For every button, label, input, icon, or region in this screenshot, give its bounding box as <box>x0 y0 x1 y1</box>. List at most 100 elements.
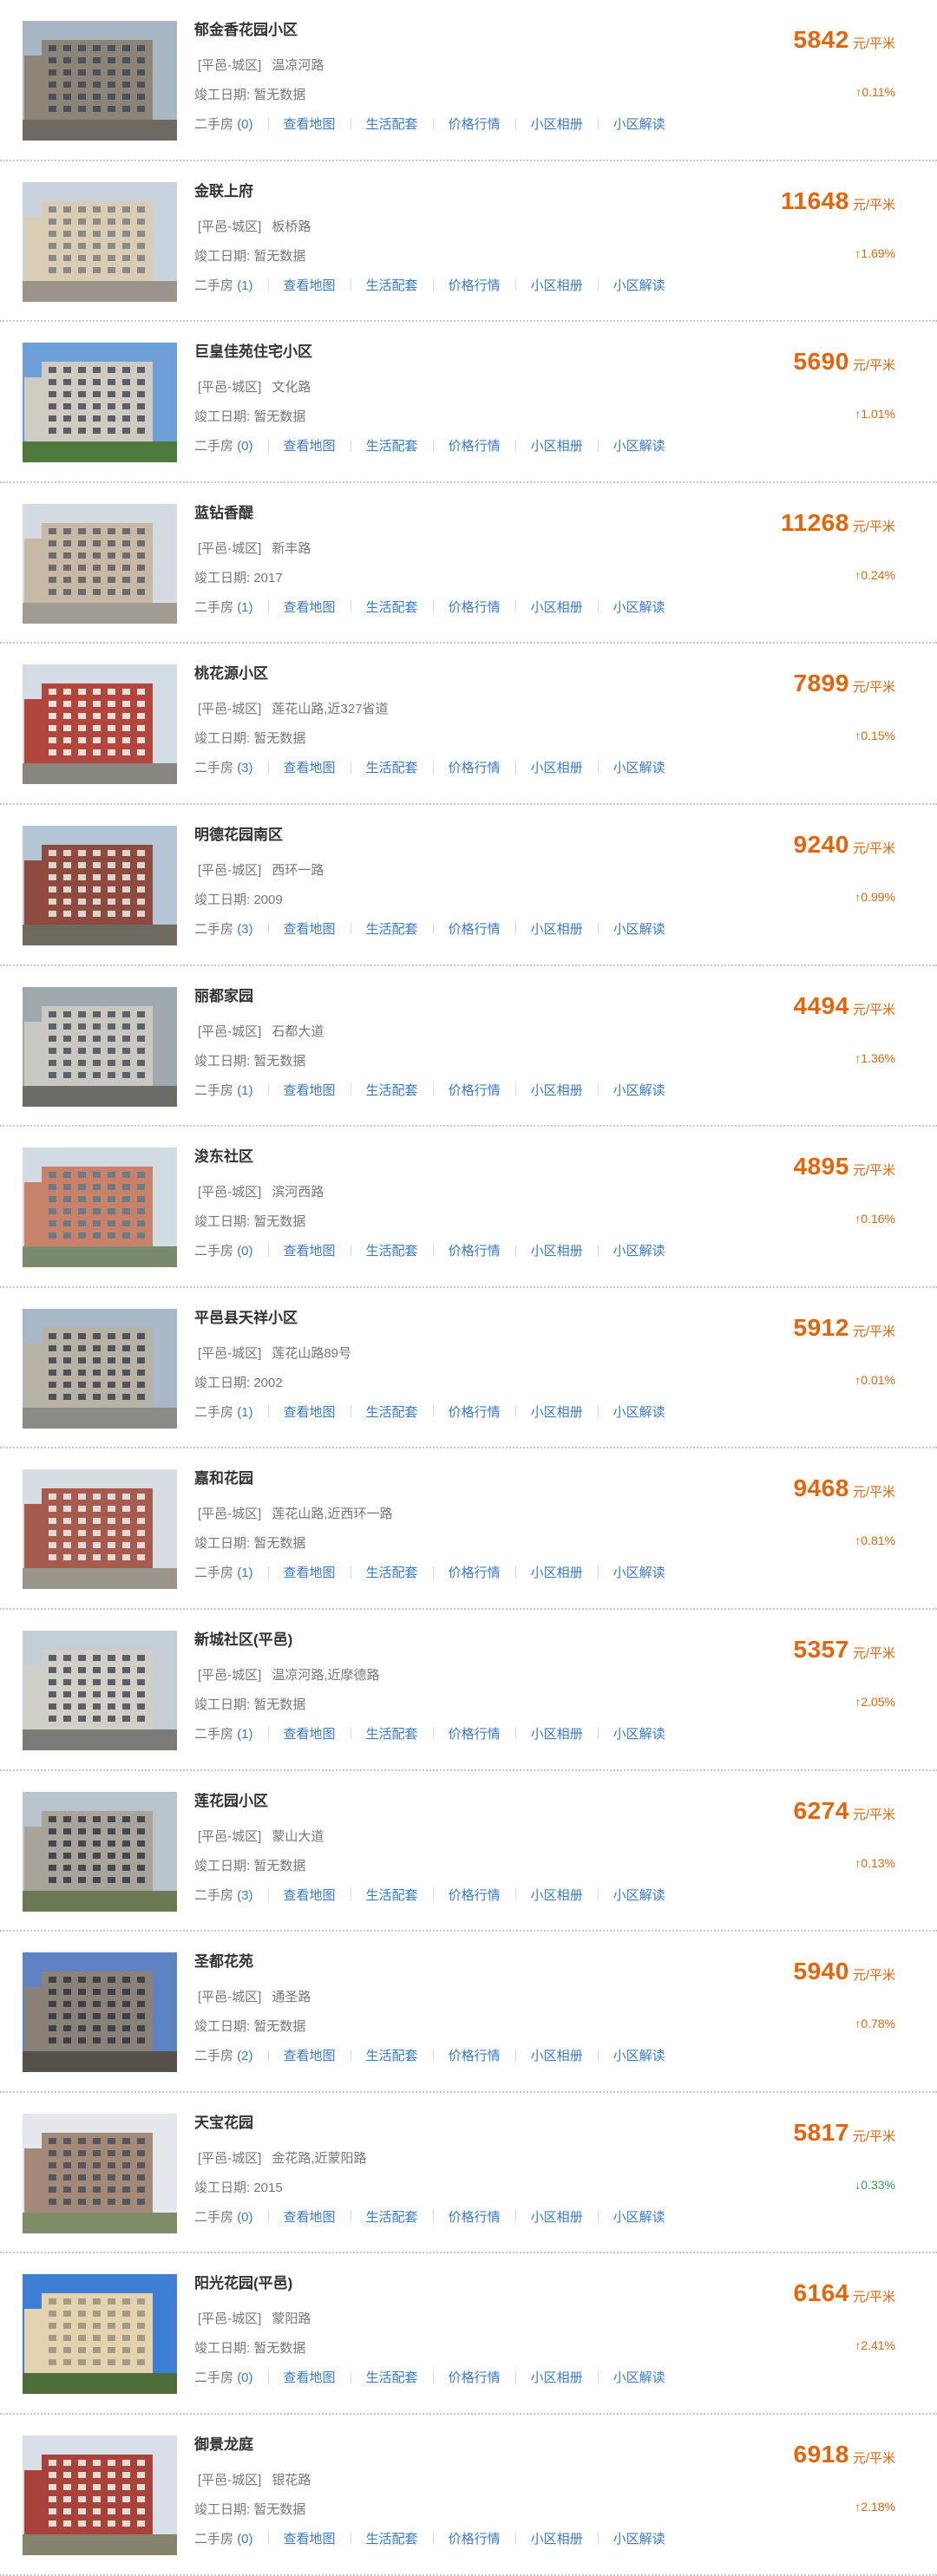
community-photo[interactable] <box>23 503 177 624</box>
price-trend-link[interactable]: 价格行情 <box>449 1081 501 1099</box>
view-map-link[interactable]: 查看地图 <box>284 2046 336 2064</box>
view-map-link[interactable]: 查看地图 <box>284 1081 336 1099</box>
community-name[interactable]: 丽都家园 <box>194 984 253 1005</box>
price-trend-link[interactable]: 价格行情 <box>449 919 501 938</box>
community-name[interactable]: 御景龙庭 <box>194 2432 253 2454</box>
secondhand-link[interactable]: 二手房 (3) <box>194 1886 253 1904</box>
community-photo[interactable] <box>23 1630 177 1750</box>
album-link[interactable]: 小区相册 <box>531 2529 583 2547</box>
review-link[interactable]: 小区解读 <box>613 2046 665 2064</box>
secondhand-link[interactable]: 二手房 (1) <box>194 1563 253 1581</box>
price-trend-link[interactable]: 价格行情 <box>449 1886 501 1904</box>
price-trend-link[interactable]: 价格行情 <box>449 2207 501 2226</box>
life-facilities-link[interactable]: 生活配套 <box>366 758 418 776</box>
secondhand-count[interactable]: (1) <box>237 1566 252 1580</box>
community-photo[interactable] <box>23 1147 177 1268</box>
community-photo[interactable] <box>23 181 177 302</box>
secondhand-count[interactable]: (0) <box>237 2532 252 2547</box>
price-trend-link[interactable]: 价格行情 <box>449 1563 501 1581</box>
review-link[interactable]: 小区解读 <box>613 276 665 294</box>
review-link[interactable]: 小区解读 <box>613 2207 665 2226</box>
community-name[interactable]: 巨皇佳苑住宅小区 <box>194 339 312 361</box>
secondhand-count[interactable]: (1) <box>237 1727 252 1742</box>
view-map-link[interactable]: 查看地图 <box>284 114 336 133</box>
secondhand-count[interactable]: (1) <box>237 600 252 615</box>
life-facilities-link[interactable]: 生活配套 <box>366 1081 418 1099</box>
review-link[interactable]: 小区解读 <box>613 1402 665 1421</box>
view-map-link[interactable]: 查看地图 <box>284 919 336 938</box>
community-name[interactable]: 嘉和花园 <box>194 1466 253 1487</box>
review-link[interactable]: 小区解读 <box>613 2368 665 2386</box>
secondhand-count[interactable]: (0) <box>237 2210 252 2225</box>
secondhand-link[interactable]: 二手房 (0) <box>194 2529 253 2547</box>
community-name[interactable]: 阳光花园(平邑) <box>194 2271 292 2292</box>
album-link[interactable]: 小区相册 <box>531 276 583 294</box>
secondhand-link[interactable]: 二手房 (3) <box>194 919 253 938</box>
secondhand-link[interactable]: 二手房 (1) <box>194 598 253 616</box>
community-name[interactable]: 桃花源小区 <box>194 661 268 683</box>
view-map-link[interactable]: 查看地图 <box>284 2529 336 2547</box>
album-link[interactable]: 小区相册 <box>531 2046 583 2064</box>
view-map-link[interactable]: 查看地图 <box>284 758 336 776</box>
community-photo[interactable] <box>23 21 177 141</box>
secondhand-count[interactable]: (0) <box>237 2370 252 2385</box>
community-name[interactable]: 金联上府 <box>194 179 253 200</box>
secondhand-link[interactable]: 二手房 (3) <box>194 758 253 776</box>
life-facilities-link[interactable]: 生活配套 <box>366 1886 418 1904</box>
price-trend-link[interactable]: 价格行情 <box>449 1241 501 1259</box>
community-photo[interactable] <box>23 825 177 945</box>
album-link[interactable]: 小区相册 <box>531 1081 583 1099</box>
album-link[interactable]: 小区相册 <box>531 2368 583 2386</box>
community-photo[interactable] <box>23 343 177 463</box>
album-link[interactable]: 小区相册 <box>531 2207 583 2226</box>
community-photo[interactable] <box>23 664 177 785</box>
secondhand-count[interactable]: (0) <box>237 1244 252 1259</box>
secondhand-link[interactable]: 二手房 (2) <box>194 2046 253 2064</box>
price-trend-link[interactable]: 价格行情 <box>449 598 501 616</box>
review-link[interactable]: 小区解读 <box>613 436 665 454</box>
album-link[interactable]: 小区相册 <box>531 758 583 776</box>
community-name[interactable]: 蓝钻香醍 <box>194 500 253 522</box>
community-photo[interactable] <box>23 1791 177 1912</box>
community-name[interactable]: 莲花园小区 <box>194 1788 268 1810</box>
view-map-link[interactable]: 查看地图 <box>284 1563 336 1581</box>
secondhand-count[interactable]: (1) <box>237 1405 252 1420</box>
review-link[interactable]: 小区解读 <box>613 1724 665 1742</box>
view-map-link[interactable]: 查看地图 <box>284 598 336 616</box>
life-facilities-link[interactable]: 生活配套 <box>366 276 418 294</box>
review-link[interactable]: 小区解读 <box>613 598 665 616</box>
life-facilities-link[interactable]: 生活配套 <box>366 1241 418 1259</box>
price-trend-link[interactable]: 价格行情 <box>449 1724 501 1742</box>
secondhand-count[interactable]: (1) <box>237 278 252 293</box>
secondhand-link[interactable]: 二手房 (0) <box>194 436 253 454</box>
community-name[interactable]: 浚东社区 <box>194 1144 253 1166</box>
price-trend-link[interactable]: 价格行情 <box>449 2046 501 2064</box>
view-map-link[interactable]: 查看地图 <box>284 276 336 294</box>
secondhand-count[interactable]: (1) <box>237 1083 252 1098</box>
view-map-link[interactable]: 查看地图 <box>284 1886 336 1904</box>
community-photo[interactable] <box>23 1308 177 1429</box>
secondhand-count[interactable]: (3) <box>237 1888 252 1903</box>
view-map-link[interactable]: 查看地图 <box>284 436 336 454</box>
review-link[interactable]: 小区解读 <box>613 919 665 938</box>
view-map-link[interactable]: 查看地图 <box>284 2207 336 2226</box>
review-link[interactable]: 小区解读 <box>613 114 665 133</box>
life-facilities-link[interactable]: 生活配套 <box>366 598 418 616</box>
review-link[interactable]: 小区解读 <box>613 2529 665 2547</box>
price-trend-link[interactable]: 价格行情 <box>449 2368 501 2386</box>
view-map-link[interactable]: 查看地图 <box>284 1724 336 1742</box>
price-trend-link[interactable]: 价格行情 <box>449 758 501 776</box>
review-link[interactable]: 小区解读 <box>613 1563 665 1581</box>
community-photo[interactable] <box>23 1469 177 1590</box>
price-trend-link[interactable]: 价格行情 <box>449 436 501 454</box>
community-photo[interactable] <box>23 2274 177 2395</box>
life-facilities-link[interactable]: 生活配套 <box>366 1402 418 1421</box>
secondhand-count[interactable]: (3) <box>237 761 252 775</box>
price-trend-link[interactable]: 价格行情 <box>449 114 501 133</box>
life-facilities-link[interactable]: 生活配套 <box>366 2368 418 2386</box>
community-name[interactable]: 明德花园南区 <box>194 822 283 844</box>
life-facilities-link[interactable]: 生活配套 <box>366 114 418 133</box>
life-facilities-link[interactable]: 生活配套 <box>366 2207 418 2226</box>
review-link[interactable]: 小区解读 <box>613 1886 665 1904</box>
secondhand-link[interactable]: 二手房 (0) <box>194 2207 253 2226</box>
